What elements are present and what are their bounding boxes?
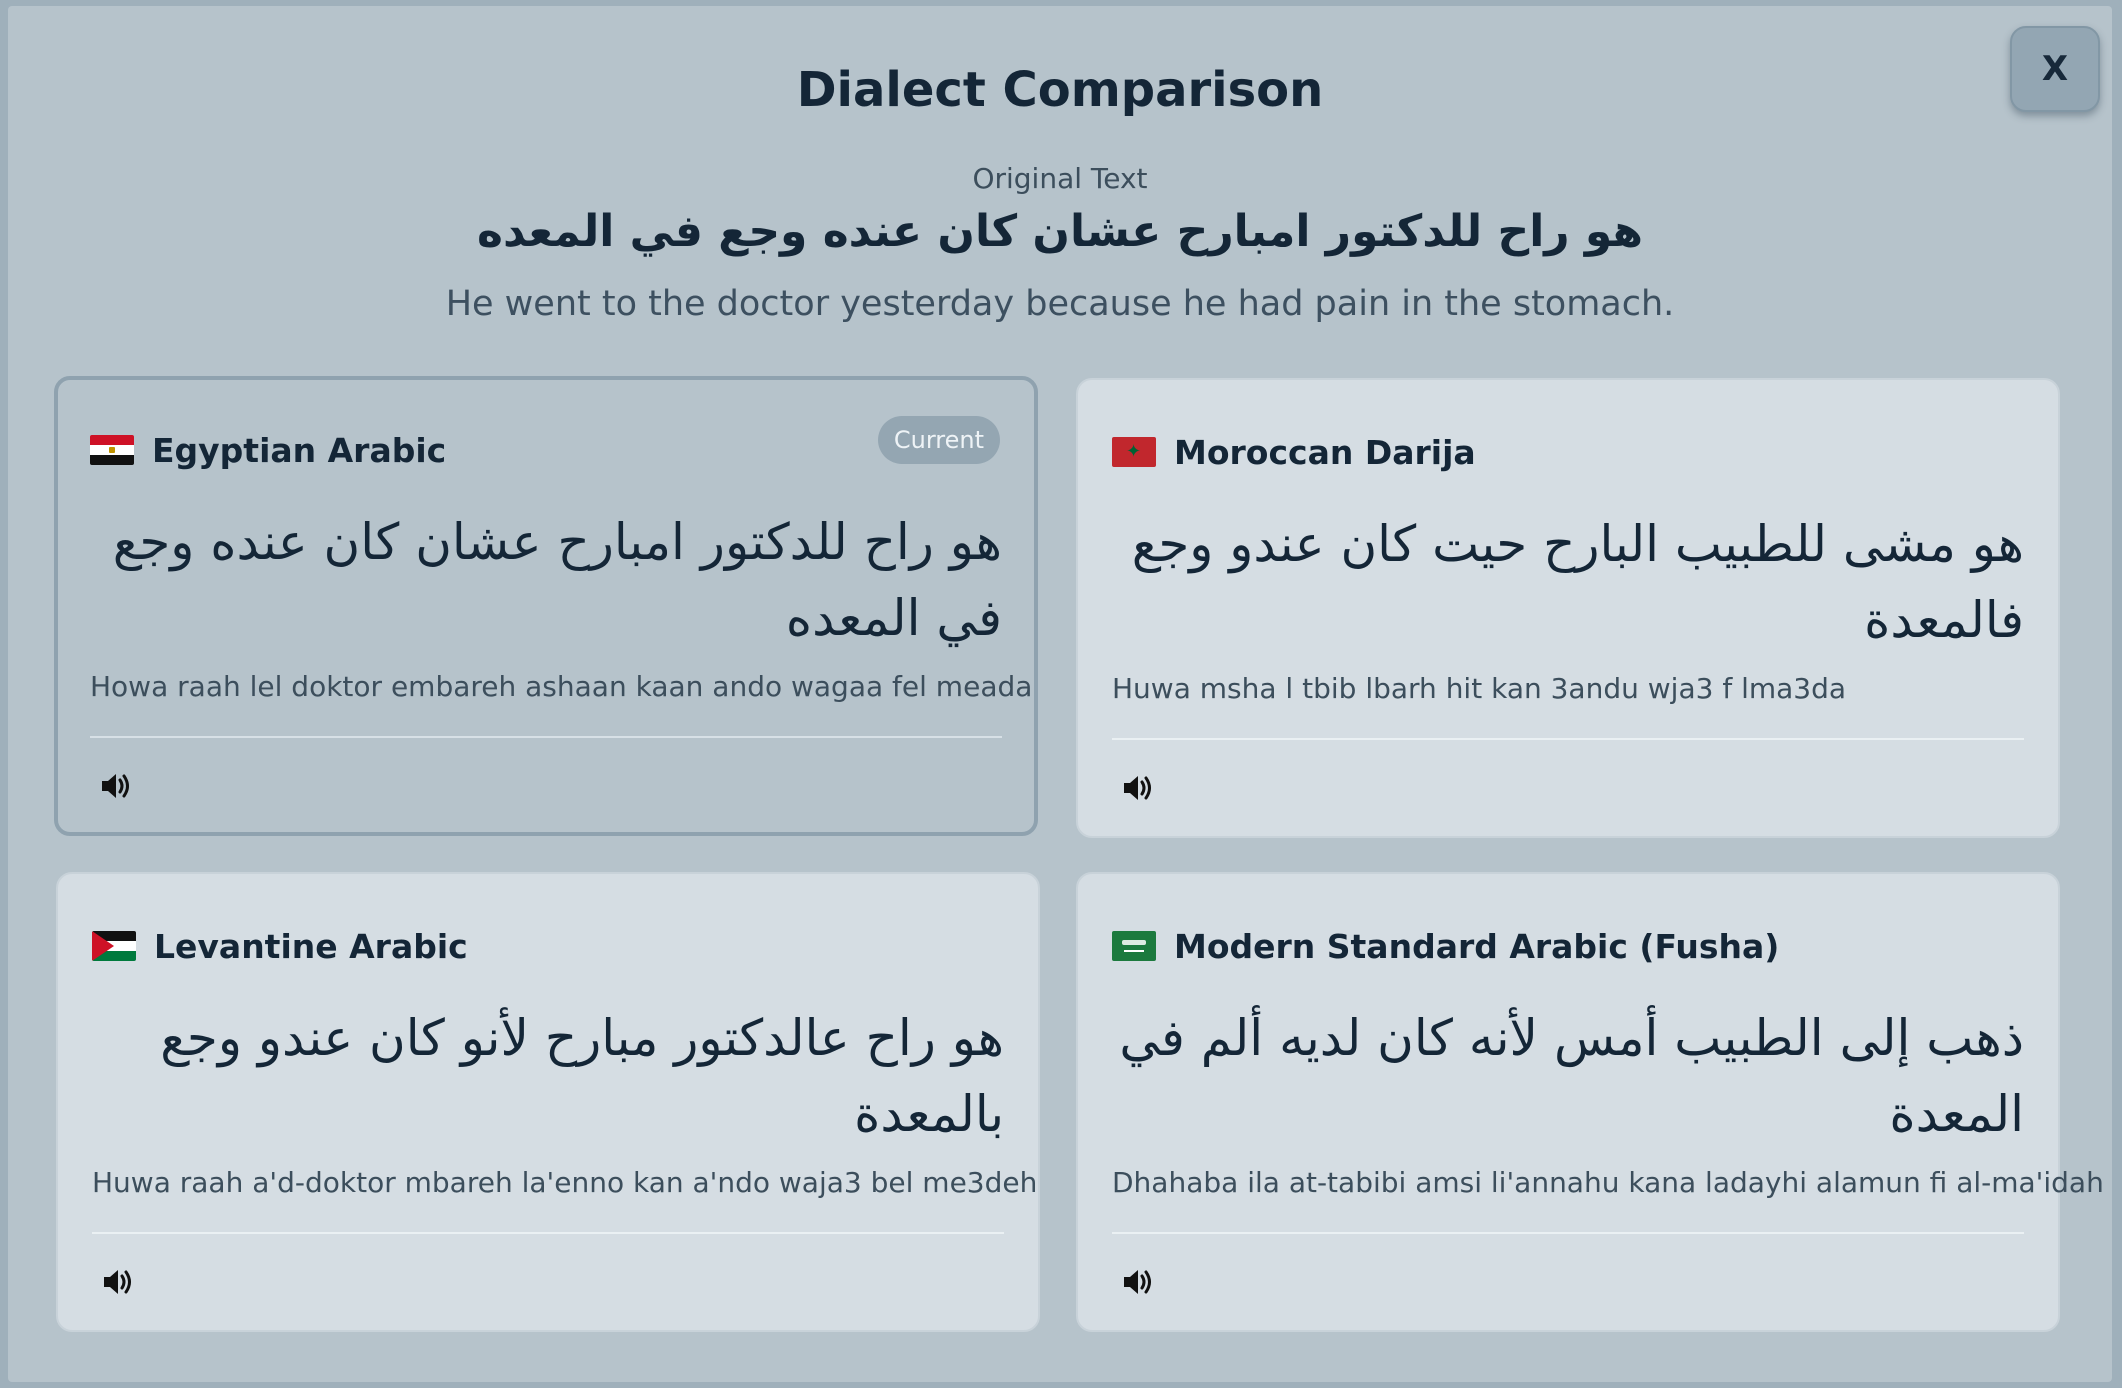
speaker-icon[interactable] (98, 1262, 138, 1302)
saudi-flag-icon (1112, 931, 1156, 961)
dialect-card-header: Levantine Arabic (92, 924, 468, 968)
original-text-label: Original Text (972, 162, 1148, 195)
dialect-name: Levantine Arabic (154, 926, 468, 966)
card-divider (1112, 1232, 2024, 1234)
dialect-card-msa[interactable]: Modern Standard Arabic (Fusha) ذهب إلى ا… (1076, 872, 2104, 1332)
dialect-transliteration: Huwa raah a'd-doktor mbareh la'enno kan … (92, 1166, 1038, 1199)
original-arabic-text: هو راح للدكتور امبارح عشان كان عنده وجع … (476, 206, 1644, 257)
jordan-flag-icon (92, 931, 136, 961)
card-divider (92, 1232, 1004, 1234)
dialect-arabic-text: هو مشى للطبيب البارح حيت كان عندو وجع فا… (1131, 515, 2024, 649)
egypt-flag-icon (90, 435, 134, 465)
dialect-comparison-modal: X Dialect Comparison Original Text هو را… (8, 6, 2112, 1382)
dialect-arabic-text: ذهب إلى الطبيب أمس لأنه كان لديه ألم في … (1119, 1009, 2024, 1143)
morocco-flag-icon (1112, 437, 1156, 467)
speaker-icon[interactable] (96, 766, 136, 806)
current-badge: Current (877, 416, 1000, 464)
dialect-name: Egyptian Arabic (152, 430, 447, 470)
dialect-card-header: Egyptian Arabic (90, 428, 446, 472)
dialect-name: Modern Standard Arabic (Fusha) (1174, 926, 1780, 966)
dialect-arabic-text: هو راح للدكتور امبارح عشان كان عنده وجع … (112, 513, 1002, 647)
dialect-transliteration: Huwa msha l tbib lbarh hit kan 3andu wja… (1112, 672, 1847, 705)
modal-title: Dialect Comparison (796, 62, 1324, 118)
dialect-card-header: Modern Standard Arabic (Fusha) (1112, 924, 1779, 968)
dialect-transliteration: Dhahaba ila at-tabibi amsi li'annahu kan… (1112, 1166, 2104, 1199)
dialect-card-moroccan[interactable]: Moroccan Darija هو مشى للطبيب البارح حيت… (1076, 378, 2060, 838)
dialect-arabic-text: هو راح عالدكتور مبارح لأنو كان عندو وجع … (160, 1009, 1004, 1143)
speaker-icon[interactable] (1118, 768, 1158, 808)
card-divider (90, 736, 1002, 738)
dialect-card-levantine[interactable]: Levantine Arabic هو راح عالدكتور مبارح ل… (56, 872, 1040, 1332)
speaker-icon[interactable] (1118, 1262, 1158, 1302)
dialect-name: Moroccan Darija (1174, 432, 1476, 472)
dialect-transliteration: Howa raah lel doktor embareh ashaan kaan… (90, 670, 1033, 703)
dialect-card-header: Moroccan Darija (1112, 430, 1476, 474)
card-divider (1112, 738, 2024, 740)
original-english-translation: He went to the doctor yesterday because … (445, 284, 1675, 324)
dialect-card-egyptian[interactable]: Egyptian Arabic Current هو راح للدكتور ا… (54, 376, 1038, 836)
